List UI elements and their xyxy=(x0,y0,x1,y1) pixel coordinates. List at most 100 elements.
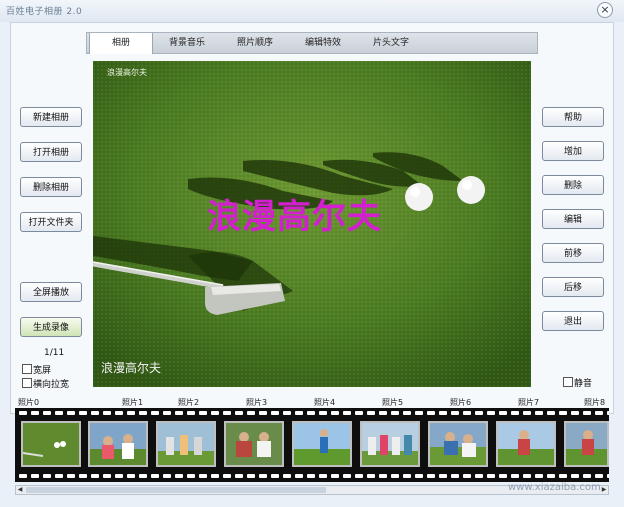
film-sprocket-hole xyxy=(55,474,63,478)
film-sprocket-hole xyxy=(319,411,327,415)
film-sprocket-hole xyxy=(103,474,111,478)
open-folder-button[interactable]: 打开文件夹 xyxy=(20,212,82,232)
scroll-left-arrow-icon[interactable]: ◀ xyxy=(16,486,24,494)
film-sprocket-hole xyxy=(463,474,471,478)
film-sprocket-hole xyxy=(247,474,255,478)
film-sprocket-hole xyxy=(523,474,531,478)
film-sprocket-hole xyxy=(223,474,231,478)
filmstrip[interactable] xyxy=(15,408,609,482)
edit-button[interactable]: 编辑 xyxy=(542,209,604,229)
film-sprocket-hole xyxy=(211,474,219,478)
window-title: 百姓电子相册 2.0 xyxy=(6,7,83,17)
film-sprocket-hole xyxy=(199,411,207,415)
film-thumb-1[interactable] xyxy=(88,421,148,467)
film-sprocket-hole xyxy=(463,411,471,415)
film-sprocket-hole xyxy=(595,411,603,415)
film-sprocket-hole xyxy=(175,474,183,478)
film-label-4: 照片4 xyxy=(314,398,336,407)
film-sprocket-hole xyxy=(547,474,555,478)
film-label-3: 照片3 xyxy=(246,398,268,407)
film-sprocket-hole xyxy=(19,474,27,478)
film-sprocket-hole xyxy=(427,474,435,478)
film-sprocket-hole xyxy=(439,474,447,478)
film-sprocket-hole xyxy=(331,411,339,415)
film-sprocket-hole xyxy=(31,411,39,415)
film-sprocket-hole xyxy=(403,411,411,415)
title-bar: 百姓电子相册 2.0 × xyxy=(0,0,624,22)
film-sprocket-hole xyxy=(295,411,303,415)
film-thumb-4[interactable] xyxy=(292,421,352,467)
film-sprocket-hole xyxy=(91,474,99,478)
film-sprocket-hole xyxy=(415,411,423,415)
film-sprocket-hole xyxy=(379,411,387,415)
tab-photo-order[interactable]: 照片顺序 xyxy=(223,33,287,53)
film-sprocket-hole xyxy=(259,411,267,415)
film-holes-top xyxy=(15,410,609,416)
film-sprocket-hole xyxy=(403,474,411,478)
film-sprocket-hole xyxy=(139,474,147,478)
film-sprocket-hole xyxy=(487,411,495,415)
film-thumb-5[interactable] xyxy=(360,421,420,467)
generate-video-button[interactable]: 生成录像 xyxy=(20,317,82,337)
film-sprocket-hole xyxy=(283,411,291,415)
stretch-label: 横向拉宽 xyxy=(33,380,70,390)
preview-top-caption: 浪漫高尔夫 xyxy=(107,68,147,77)
film-sprocket-hole xyxy=(163,411,171,415)
tab-bar: 相册 背景音乐 照片顺序 编辑特效 片头文字 xyxy=(86,32,538,54)
film-sprocket-hole xyxy=(43,411,51,415)
tab-opening-text[interactable]: 片头文字 xyxy=(359,33,423,53)
mute-label: 静音 xyxy=(574,379,593,389)
stretch-checkbox[interactable] xyxy=(22,378,32,388)
preview-bottom-caption: 浪漫高尔夫 xyxy=(101,361,162,375)
open-album-button[interactable]: 打开相册 xyxy=(20,142,82,162)
film-sprocket-hole xyxy=(43,474,51,478)
fullscreen-play-button[interactable]: 全屏播放 xyxy=(20,282,82,302)
film-thumb-8[interactable] xyxy=(564,421,609,467)
film-sprocket-hole xyxy=(223,411,231,415)
film-sprocket-hole xyxy=(67,411,75,415)
film-thumb-6[interactable] xyxy=(428,421,488,467)
widescreen-checkbox[interactable] xyxy=(22,364,32,374)
delete-button[interactable]: 删除 xyxy=(542,175,604,195)
app-window: 百姓电子相册 2.0 × 相册 背景音乐 照片顺序 编辑特效 片头文字 浪漫高尔… xyxy=(0,0,624,507)
film-thumb-7[interactable] xyxy=(496,421,556,467)
tab-background-music[interactable]: 背景音乐 xyxy=(155,33,219,53)
film-sprocket-hole xyxy=(19,411,27,415)
mute-checkbox[interactable] xyxy=(563,377,573,387)
film-sprocket-hole xyxy=(127,474,135,478)
tab-edit-effects[interactable]: 编辑特效 xyxy=(291,33,355,53)
move-backward-button[interactable]: 后移 xyxy=(542,277,604,297)
film-sprocket-hole xyxy=(583,411,591,415)
film-sprocket-hole xyxy=(427,411,435,415)
film-sprocket-hole xyxy=(559,411,567,415)
add-button[interactable]: 增加 xyxy=(542,141,604,161)
film-sprocket-hole xyxy=(355,474,363,478)
film-sprocket-hole xyxy=(475,411,483,415)
new-album-button[interactable]: 新建相册 xyxy=(20,107,82,127)
film-sprocket-hole xyxy=(451,474,459,478)
move-forward-button[interactable]: 前移 xyxy=(542,243,604,263)
film-label-8: 照片8 xyxy=(584,398,606,407)
delete-album-button[interactable]: 删除相册 xyxy=(20,177,82,197)
close-button[interactable]: × xyxy=(597,2,613,18)
film-sprocket-hole xyxy=(187,411,195,415)
film-sprocket-hole xyxy=(103,411,111,415)
film-sprocket-hole xyxy=(511,474,519,478)
film-label-0: 照片0 xyxy=(18,398,40,407)
exit-button[interactable]: 退出 xyxy=(542,311,604,331)
film-sprocket-hole xyxy=(583,474,591,478)
film-thumb-3[interactable] xyxy=(224,421,284,467)
film-thumb-0[interactable] xyxy=(21,421,81,467)
film-label-5: 照片5 xyxy=(382,398,404,407)
film-sprocket-hole xyxy=(163,474,171,478)
film-thumb-2[interactable] xyxy=(156,421,216,467)
film-sprocket-hole xyxy=(331,474,339,478)
film-sprocket-hole xyxy=(127,411,135,415)
help-button[interactable]: 帮助 xyxy=(542,107,604,127)
film-sprocket-hole xyxy=(511,411,519,415)
scrollbar-thumb[interactable] xyxy=(26,487,326,493)
tab-album[interactable]: 相册 xyxy=(89,33,153,54)
scroll-right-arrow-icon[interactable]: ▶ xyxy=(600,486,608,494)
film-sprocket-hole xyxy=(247,411,255,415)
film-sprocket-hole xyxy=(559,474,567,478)
